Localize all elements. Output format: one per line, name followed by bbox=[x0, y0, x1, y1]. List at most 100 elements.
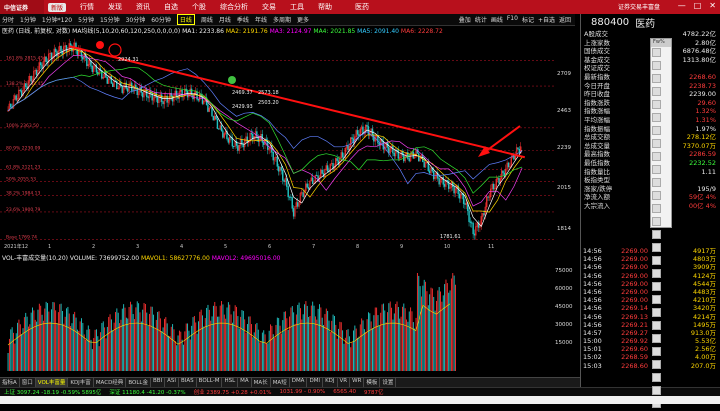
drawing-tool-button[interactable] bbox=[652, 178, 661, 187]
period-button[interactable]: 年线 bbox=[255, 15, 267, 24]
indicator-tab[interactable]: MA bbox=[238, 378, 252, 387]
menu-item[interactable]: 工具 bbox=[290, 2, 304, 12]
volume-bar bbox=[230, 314, 232, 371]
market-index-status[interactable]: 6565.40 bbox=[333, 389, 356, 395]
period-button[interactable]: 1分钟*120 bbox=[42, 15, 72, 24]
indicator-tab[interactable]: BBI bbox=[151, 378, 166, 387]
period-button[interactable]: 30分钟 bbox=[126, 15, 146, 24]
drawing-tool-button[interactable] bbox=[652, 139, 661, 148]
trading-promo[interactable]: 证券交易丰富盘 bbox=[618, 2, 660, 11]
close-icon[interactable]: ✕ bbox=[709, 1, 716, 10]
toolbar-action-button[interactable]: 叠加 bbox=[459, 15, 471, 24]
indicator-tab[interactable]: VR bbox=[338, 378, 351, 387]
volume-bar bbox=[199, 311, 201, 371]
period-button[interactable]: 更多 bbox=[297, 15, 309, 24]
volume-bar bbox=[47, 303, 48, 371]
volume-bar bbox=[319, 304, 320, 371]
version-badge[interactable]: 新版 bbox=[48, 2, 67, 12]
toolbar-action-button[interactable]: 统计 bbox=[475, 15, 487, 24]
indicator-tab[interactable]: BOLL-M bbox=[197, 378, 223, 387]
menu-item[interactable]: 综合分析 bbox=[220, 2, 248, 12]
toolbar-action-button[interactable]: F10 bbox=[507, 15, 518, 24]
volume-bar bbox=[45, 301, 47, 371]
period-button[interactable]: 多周期 bbox=[273, 15, 291, 24]
drawing-tool-button[interactable] bbox=[652, 126, 661, 135]
indicator-tab[interactable]: HSL bbox=[222, 378, 239, 387]
indicator-tab[interactable]: 模板 bbox=[364, 378, 381, 387]
menu-item[interactable]: 自选 bbox=[164, 2, 178, 12]
maximize-icon[interactable]: □ bbox=[694, 1, 702, 10]
period-button[interactable]: 5分钟 bbox=[78, 15, 94, 24]
indicator-tab[interactable]: MA短 bbox=[271, 378, 290, 387]
toolbar-action-button[interactable]: 返回 bbox=[559, 15, 571, 24]
market-index-status[interactable]: 9787亿 bbox=[364, 388, 384, 396]
candle-body bbox=[393, 152, 395, 157]
period-button[interactable]: 1分钟 bbox=[20, 15, 36, 24]
fib-level-label: 80.9% 2230.09 bbox=[6, 145, 40, 151]
drawing-tool-button[interactable] bbox=[652, 165, 661, 174]
indicator-tab[interactable]: WR bbox=[350, 378, 365, 387]
indicator-tab[interactable]: KDJ bbox=[323, 378, 338, 387]
toolbar-action-button[interactable]: +自选 bbox=[538, 15, 555, 24]
period-button[interactable]: 月线 bbox=[219, 15, 231, 24]
toolbar-action-button[interactable]: 画线 bbox=[491, 15, 503, 24]
drawing-tool-button[interactable] bbox=[652, 61, 661, 70]
indicator-tab[interactable]: KDJ丰富 bbox=[68, 378, 94, 387]
drawing-tool-button[interactable] bbox=[652, 373, 661, 382]
menu-item[interactable]: 帮助 bbox=[318, 2, 332, 12]
menu-item[interactable]: 发现 bbox=[108, 2, 122, 12]
drawing-tool-button[interactable] bbox=[652, 217, 661, 226]
drawing-tool-button[interactable] bbox=[652, 230, 661, 239]
drawing-tool-button[interactable] bbox=[652, 87, 661, 96]
candle-body bbox=[54, 48, 57, 52]
drawing-tool-button[interactable] bbox=[652, 152, 661, 161]
volume-bar bbox=[49, 321, 51, 371]
quote-key: 权证成交 bbox=[584, 64, 610, 73]
toolbar-action-button[interactable]: 标记 bbox=[522, 15, 534, 24]
drawing-tool-button[interactable] bbox=[652, 100, 661, 109]
indicator-tab[interactable]: DMI bbox=[307, 378, 324, 387]
indicator-tab[interactable]: BIAS bbox=[179, 378, 197, 387]
indicator-tab[interactable]: DMA bbox=[290, 378, 308, 387]
minimize-icon[interactable]: — bbox=[678, 1, 686, 10]
drawing-tool-button[interactable] bbox=[652, 48, 661, 57]
candle-body bbox=[418, 153, 420, 162]
menu-item[interactable]: 资讯 bbox=[136, 2, 150, 12]
menu-item[interactable]: 交易 bbox=[262, 2, 276, 12]
volume-chart[interactable] bbox=[0, 263, 555, 375]
quote-key: 净流入额 bbox=[584, 193, 610, 202]
drawing-tool-button[interactable] bbox=[652, 113, 661, 122]
indicator-tab[interactable]: VOL丰富量 bbox=[35, 378, 69, 387]
menu-item[interactable]: 行情 bbox=[80, 2, 94, 12]
volume-bar bbox=[442, 295, 444, 371]
volume-bar bbox=[48, 311, 50, 371]
volume-bar bbox=[157, 311, 159, 371]
period-button[interactable]: 周线 bbox=[201, 15, 213, 24]
high-circle-marker[interactable] bbox=[108, 43, 122, 57]
drawing-tool-button[interactable] bbox=[652, 386, 661, 395]
drawing-tool-button[interactable] bbox=[652, 74, 661, 83]
period-button[interactable]: 季线 bbox=[237, 15, 249, 24]
volume-bar bbox=[407, 321, 409, 371]
volume-bar bbox=[172, 324, 174, 371]
indicator-tab[interactable]: 设置 bbox=[380, 378, 397, 387]
period-button[interactable]: 分时 bbox=[2, 15, 14, 24]
indicator-tab[interactable]: 指标A bbox=[0, 378, 20, 387]
drawing-tool-button[interactable] bbox=[652, 191, 661, 200]
period-button[interactable]: 15分钟 bbox=[100, 15, 120, 24]
indicator-tab[interactable]: MA长 bbox=[252, 378, 271, 387]
drawing-tool-button[interactable] bbox=[652, 204, 661, 213]
market-index-status[interactable]: 1031.99 - 0.90% bbox=[280, 389, 326, 395]
market-index-status[interactable]: 创业 2389.75 +0.28 +0.01% bbox=[194, 388, 272, 396]
indicator-tab[interactable]: 窗口 bbox=[20, 378, 36, 387]
menu-item[interactable]: 个股 bbox=[192, 2, 206, 12]
period-button[interactable]: 日线 bbox=[176, 14, 195, 25]
indicator-tab[interactable]: BOLL金 bbox=[126, 378, 151, 387]
market-index-status[interactable]: 深证 11180.4 -41.20 -0.37% bbox=[109, 388, 185, 396]
period-button[interactable]: 60分钟 bbox=[151, 15, 171, 24]
indicator-tab[interactable]: ASI bbox=[165, 378, 180, 387]
price-chart[interactable]: 161.8% 2815.45138.2% 2633.45100% 2363.50… bbox=[0, 36, 555, 249]
indicator-tab[interactable]: MACD经典 bbox=[94, 378, 127, 387]
volume-axis-tick: 45000 bbox=[555, 304, 573, 310]
market-index-status[interactable]: 上证 3097.24 -18.19 -0.59% 5895亿 bbox=[4, 388, 101, 396]
